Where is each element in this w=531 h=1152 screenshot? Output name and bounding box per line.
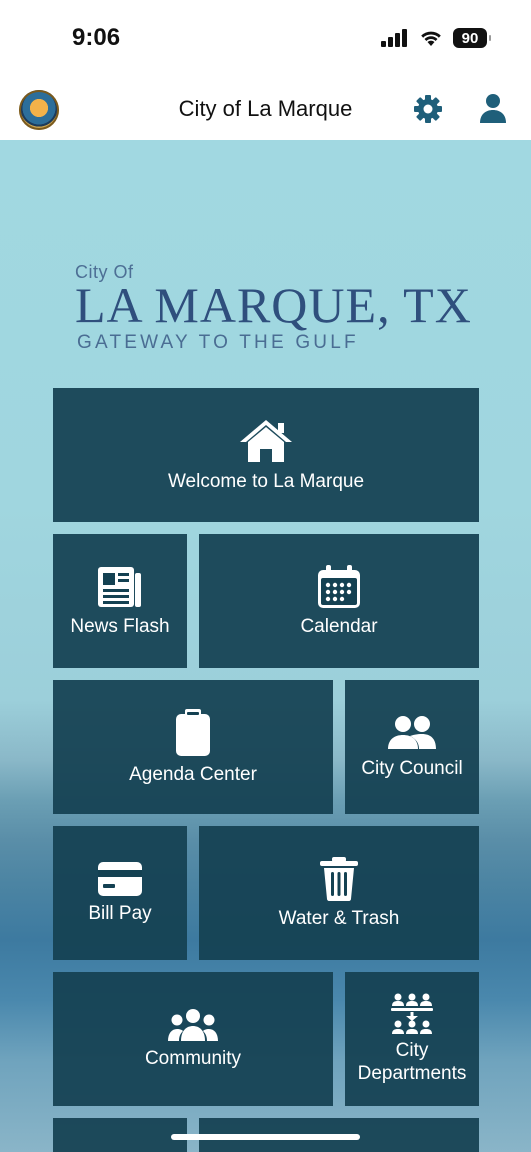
tile-label: City Departments <box>357 1040 467 1084</box>
newspaper-icon <box>98 566 141 607</box>
tile-label: Bill Pay <box>88 902 152 924</box>
tile-city-council[interactable]: City Council <box>345 680 479 814</box>
calendar-icon <box>318 564 360 608</box>
city-brand-logo: City Of LA MARQUE, TX GATEWAY TO THE GUL… <box>75 262 471 353</box>
status-bar: 9:06 90 <box>0 0 531 78</box>
tile-label: Calendar <box>300 615 378 637</box>
tile-label: City Council <box>361 757 463 779</box>
tile-label: Welcome to La Marque <box>167 470 365 492</box>
tile-welcome[interactable]: Welcome to La Marque <box>53 388 479 522</box>
people-group-icon <box>168 1008 218 1041</box>
tile-label: Agenda Center <box>129 763 257 785</box>
tile-bill-pay[interactable]: Bill Pay <box>53 826 187 960</box>
tile-agenda-center[interactable]: Agenda Center <box>53 680 333 814</box>
tile-label: Water & Trash <box>278 907 400 929</box>
brand-tagline: GATEWAY TO THE GULF <box>77 332 359 353</box>
status-time: 9:06 <box>72 24 121 51</box>
tile-news-flash[interactable]: News Flash <box>53 534 187 668</box>
user-icon[interactable] <box>477 92 509 124</box>
clipboard-icon <box>176 708 210 756</box>
credit-card-icon <box>98 861 142 896</box>
tile-calendar[interactable]: Calendar <box>199 534 479 668</box>
app-header: City of La Marque <box>0 78 531 140</box>
tile-city-departments[interactable]: City Departments <box>345 972 479 1106</box>
home-indicator[interactable] <box>171 1134 360 1140</box>
page-title: City of La Marque <box>178 96 353 121</box>
battery-indicator: 90 <box>453 28 491 48</box>
wifi-icon <box>421 31 441 46</box>
tile-label: News Flash <box>70 615 170 637</box>
users-icon <box>388 715 436 749</box>
brand-name: LA MARQUE, TX <box>75 277 472 333</box>
signal-icon <box>381 29 407 47</box>
tile-water-trash[interactable]: Water & Trash <box>199 826 479 960</box>
gear-icon[interactable] <box>412 93 444 125</box>
tile-community[interactable]: Community <box>53 972 333 1106</box>
app-screen: 9:06 90 City of La Marque City Of LA MAR… <box>0 0 531 1152</box>
tile-partial-left[interactable] <box>53 1118 187 1152</box>
home-icon <box>240 419 292 462</box>
trash-icon <box>320 856 358 901</box>
tile-label: Community <box>144 1047 242 1069</box>
departments-icon <box>391 993 433 1034</box>
status-icons: 90 <box>381 28 491 48</box>
